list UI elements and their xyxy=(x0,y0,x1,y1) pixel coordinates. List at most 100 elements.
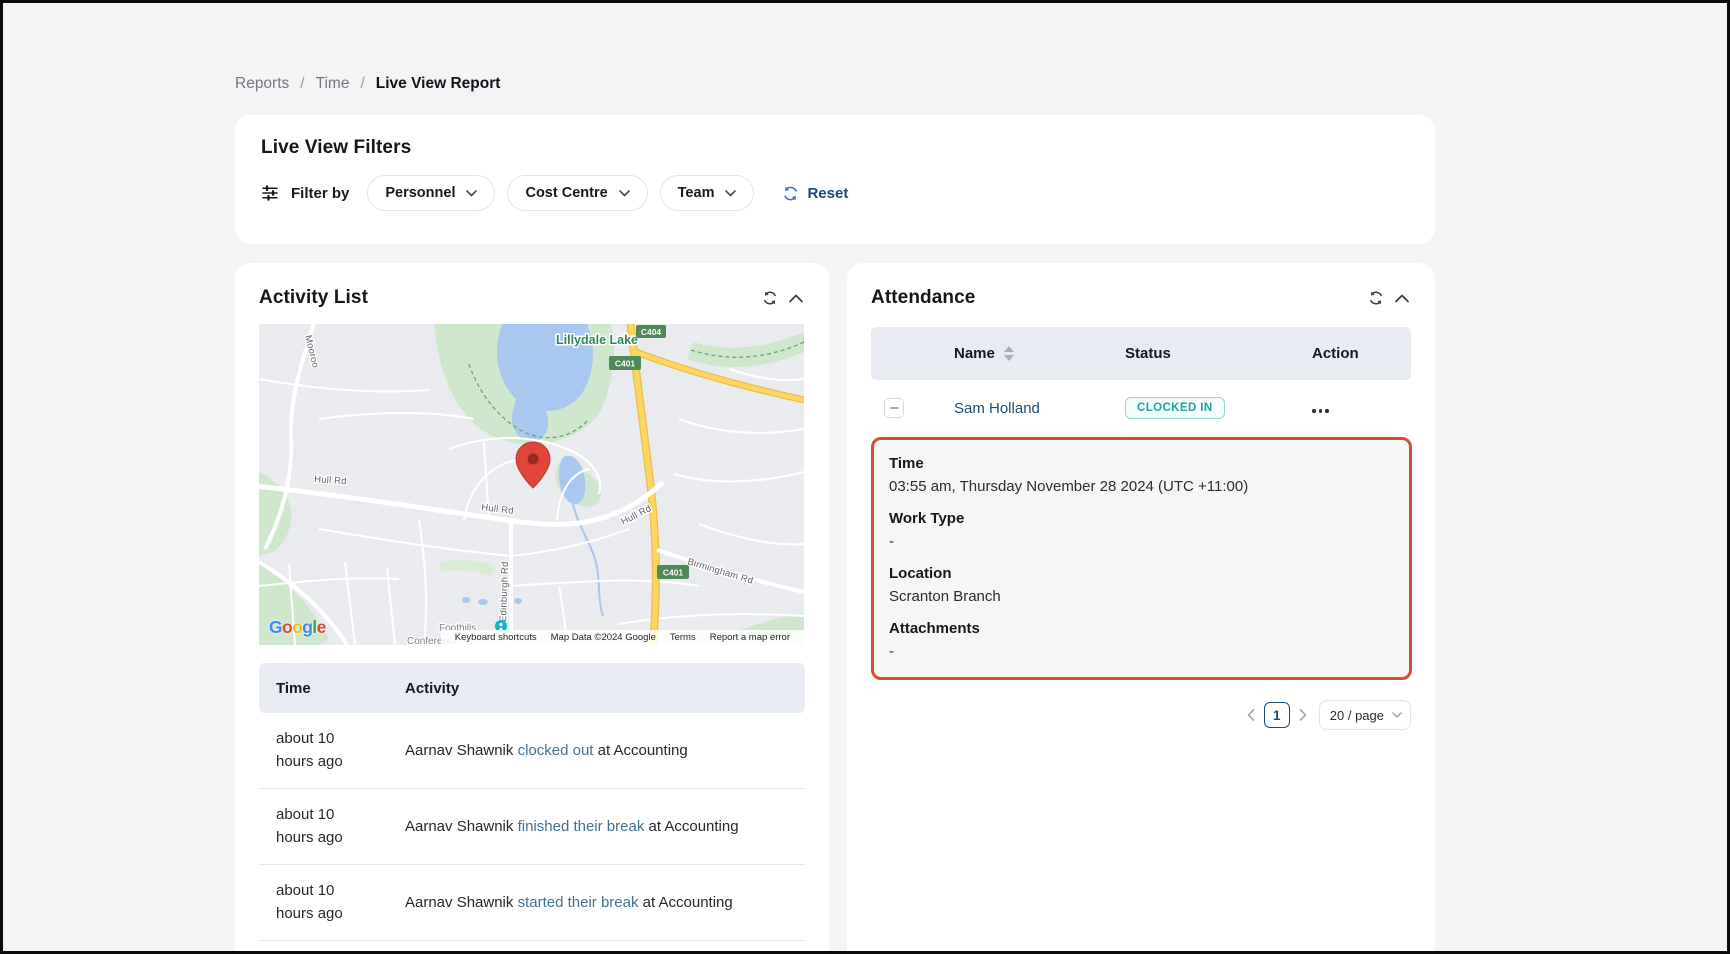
activity-location: at Accounting xyxy=(598,742,688,759)
terms-link[interactable]: Terms xyxy=(670,632,696,643)
reset-label: Reset xyxy=(807,185,848,202)
activity-location: at Accounting xyxy=(649,818,739,835)
detail-label: Work Type xyxy=(889,507,1394,530)
sort-icon[interactable] xyxy=(1004,346,1014,361)
reset-filters-button[interactable]: Reset xyxy=(776,184,854,203)
attendance-card: Attendance Name xyxy=(847,263,1435,954)
status-badge: CLOCKED IN xyxy=(1125,397,1225,419)
road-label-hull-1: Hull Rd xyxy=(314,474,347,487)
personnel-filter-button[interactable]: Personnel xyxy=(367,175,495,211)
map-attribution: Keyboard shortcuts Map Data ©2024 Google… xyxy=(441,630,804,645)
report-map-error-link[interactable]: Report a map error xyxy=(710,632,790,643)
activity-description: Aarnav Shawnik clocked out at Accounting xyxy=(405,742,805,759)
page-size-value: 20 / page xyxy=(1330,708,1384,723)
breadcrumb-separator: / xyxy=(360,75,364,93)
attendance-table-header: Name Status Action xyxy=(871,327,1411,380)
attendance-col-status: Status xyxy=(1125,345,1312,362)
collapse-panel-icon[interactable] xyxy=(789,294,803,303)
activity-col-activity: Activity xyxy=(405,680,805,697)
activity-row: about 10 hours ago Aarnav Shawnik clocke… xyxy=(259,713,805,789)
activity-description: Aarnav Shawnik started their break at Ac… xyxy=(405,894,805,911)
detail-group: Location Scranton Branch xyxy=(889,562,1394,608)
breadcrumb-reports[interactable]: Reports xyxy=(235,75,289,93)
page-size-select[interactable]: 20 / page xyxy=(1319,700,1411,730)
activity-row: about 10 hours ago Aarnav Shawnik starte… xyxy=(259,865,805,941)
activity-event-link[interactable]: finished their break xyxy=(518,818,645,835)
chevron-down-icon xyxy=(466,190,477,197)
chevron-down-icon xyxy=(1392,712,1402,718)
detail-label: Location xyxy=(889,562,1394,585)
activity-list-card: Activity List xyxy=(235,263,829,954)
detail-label: Time xyxy=(889,452,1394,475)
road-shield-c401-bottom: C401 xyxy=(657,565,689,579)
activity-table: Time Activity about 10 hours ago Aarnav … xyxy=(259,663,805,941)
map-canvas: Mooroo Hull Rd Hull Rd Hull Rd Edinburgh… xyxy=(259,324,804,645)
activity-time: about 10 hours ago xyxy=(259,880,405,925)
attendance-title: Attendance xyxy=(871,287,975,309)
svg-text:C401: C401 xyxy=(615,359,636,369)
activity-actor: Aarnav Shawnik xyxy=(405,894,513,911)
attendance-col-name: Name xyxy=(954,345,995,362)
breadcrumb-time[interactable]: Time xyxy=(316,75,350,93)
map-data-label: Map Data ©2024 Google xyxy=(551,632,656,643)
activity-time: about 10 hours ago xyxy=(259,728,405,773)
personnel-filter-label: Personnel xyxy=(385,185,455,201)
team-filter-label: Team xyxy=(678,185,715,201)
road-label-edinburgh: Edinburgh Rd xyxy=(498,561,511,622)
attendance-col-action: Action xyxy=(1312,345,1411,362)
refresh-icon[interactable] xyxy=(762,290,778,306)
live-view-report-page: Reports / Time / Live View Report Live V… xyxy=(0,0,1730,954)
chevron-down-icon xyxy=(725,190,736,197)
current-page-button[interactable]: 1 xyxy=(1264,702,1290,728)
detail-group: Work Type - xyxy=(889,507,1394,553)
detail-value: Scranton Branch xyxy=(889,585,1394,608)
pagination: 1 20 / page xyxy=(871,700,1411,730)
filters-title: Live View Filters xyxy=(261,137,1409,159)
lake-label: Lillydale Lake xyxy=(556,333,638,347)
activity-time: about 10 hours ago xyxy=(259,804,405,849)
activity-row: about 10 hours ago Aarnav Shawnik finish… xyxy=(259,789,805,865)
activity-event-link[interactable]: started their break xyxy=(518,894,639,911)
filter-row: Filter by Personnel Cost Centre Team xyxy=(261,175,1409,211)
map[interactable]: Mooroo Hull Rd Hull Rd Hull Rd Edinburgh… xyxy=(259,324,804,645)
detail-value: - xyxy=(889,530,1394,553)
detail-group: Attachments - xyxy=(889,617,1394,663)
svg-text:C401: C401 xyxy=(663,568,684,578)
activity-event-link[interactable]: clocked out xyxy=(518,742,594,759)
breadcrumb-current: Live View Report xyxy=(376,75,501,93)
attendance-detail-panel: Time 03:55 am, Thursday November 28 2024… xyxy=(871,437,1412,680)
live-view-filters-card: Live View Filters Filter by Personnel Co… xyxy=(235,115,1435,244)
minus-icon xyxy=(890,407,899,409)
detail-value: 03:55 am, Thursday November 28 2024 (UTC… xyxy=(889,475,1394,498)
cost-centre-filter-button[interactable]: Cost Centre xyxy=(507,175,647,211)
filter-sliders-icon xyxy=(261,184,279,202)
activity-description: Aarnav Shawnik finished their break at A… xyxy=(405,818,805,835)
chevron-down-icon xyxy=(619,190,630,197)
google-logo[interactable]: Google xyxy=(269,617,326,638)
activity-location: at Accounting xyxy=(643,894,733,911)
activity-actor: Aarnav Shawnik xyxy=(405,742,513,759)
attendance-row: Sam Holland CLOCKED IN xyxy=(871,380,1411,436)
keyboard-shortcuts-button[interactable]: Keyboard shortcuts xyxy=(455,632,537,643)
breadcrumb-separator: / xyxy=(300,75,304,93)
road-shield-c401-top: C401 xyxy=(609,356,641,370)
employee-name-link[interactable]: Sam Holland xyxy=(954,400,1040,417)
road-shield-c404: C404 xyxy=(636,325,666,338)
team-filter-button[interactable]: Team xyxy=(660,175,755,211)
detail-value: - xyxy=(889,640,1394,663)
row-actions-button[interactable] xyxy=(1312,406,1329,416)
activity-list-title: Activity List xyxy=(259,287,368,309)
activity-col-time: Time xyxy=(259,680,405,697)
collapse-panel-icon[interactable] xyxy=(1395,294,1409,303)
cost-centre-filter-label: Cost Centre xyxy=(525,185,607,201)
breadcrumb: Reports / Time / Live View Report xyxy=(235,75,500,93)
activity-actor: Aarnav Shawnik xyxy=(405,818,513,835)
svg-text:C404: C404 xyxy=(641,327,662,337)
detail-label: Attachments xyxy=(889,617,1394,640)
collapse-row-button[interactable] xyxy=(884,398,904,418)
filter-by-label: Filter by xyxy=(291,185,349,202)
refresh-icon[interactable] xyxy=(1368,290,1384,306)
next-page-button[interactable] xyxy=(1299,709,1307,721)
detail-group: Time 03:55 am, Thursday November 28 2024… xyxy=(889,452,1394,498)
prev-page-button[interactable] xyxy=(1247,709,1255,721)
